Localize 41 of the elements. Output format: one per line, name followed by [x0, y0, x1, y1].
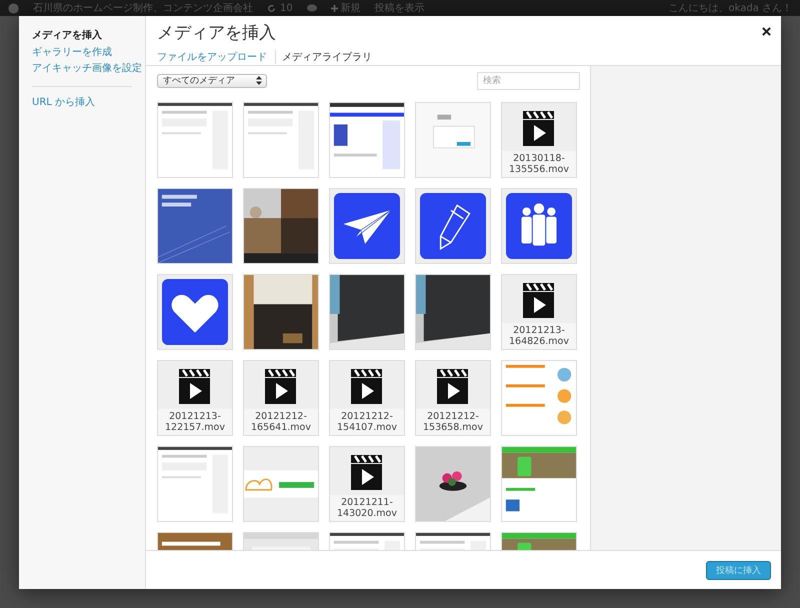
video-thumbnail[interactable]: 20121211-143020.mov — [329, 446, 405, 522]
image-thumbnail[interactable] — [157, 274, 233, 350]
sidebar-item[interactable]: URL から挿入 — [32, 94, 145, 111]
file-name: 20121213-164826.mov — [502, 323, 576, 349]
clapper-icon — [350, 367, 384, 405]
search-field[interactable]: 検索 — [477, 72, 580, 90]
clapper-icon — [178, 367, 212, 405]
image-thumbnail[interactable] — [415, 188, 491, 264]
close-icon — [762, 27, 771, 36]
sidebar-item[interactable]: メディアを挿入 — [32, 28, 145, 44]
refresh-icon[interactable] — [267, 4, 276, 12]
sidebar-item[interactable]: ギャラリーを作成 — [32, 44, 145, 61]
file-name: 20121213-122157.mov — [158, 409, 232, 435]
clapper-icon — [264, 367, 298, 405]
video-thumbnail[interactable]: 20121212-154107.mov — [329, 360, 405, 436]
clapper-icon — [522, 109, 556, 147]
media-filter-dropdown[interactable]: すべてのメディア — [157, 74, 267, 88]
clapper-icon — [350, 453, 384, 491]
file-name: 20121212-165641.mov — [244, 409, 318, 435]
file-name: 20121212-154107.mov — [330, 409, 404, 435]
file-name: 20130118-135556.mov — [502, 151, 576, 177]
video-thumbnail[interactable]: 20121213-164826.mov — [501, 274, 577, 350]
image-thumbnail[interactable] — [329, 188, 405, 264]
plus-icon[interactable] — [330, 4, 338, 12]
image-thumbnail[interactable] — [501, 188, 577, 264]
clapper-icon — [436, 367, 470, 405]
video-thumbnail[interactable]: 20121212-153658.mov — [415, 360, 491, 436]
modal-title: メディアを挿入 — [157, 22, 276, 44]
file-name: 20121211-143020.mov — [330, 495, 404, 521]
tab[interactable]: ファイルをアップロード — [157, 50, 276, 64]
pencil-icon — [420, 193, 486, 259]
plane-icon — [334, 193, 400, 259]
tab[interactable]: メディアライブラリ — [282, 50, 380, 64]
sidebar-item[interactable]: アイキャッチ画像を設定 — [32, 61, 145, 78]
video-thumbnail[interactable]: 20121213-122157.mov — [157, 360, 233, 436]
video-thumbnail[interactable]: 20121212-165641.mov — [243, 360, 319, 436]
people-icon — [506, 193, 572, 259]
clapper-icon — [522, 281, 556, 319]
file-name: 20121212-153658.mov — [416, 409, 490, 435]
video-thumbnail[interactable]: 20130118-135556.mov — [501, 102, 577, 178]
dropdown-arrows-icon — [256, 76, 262, 85]
